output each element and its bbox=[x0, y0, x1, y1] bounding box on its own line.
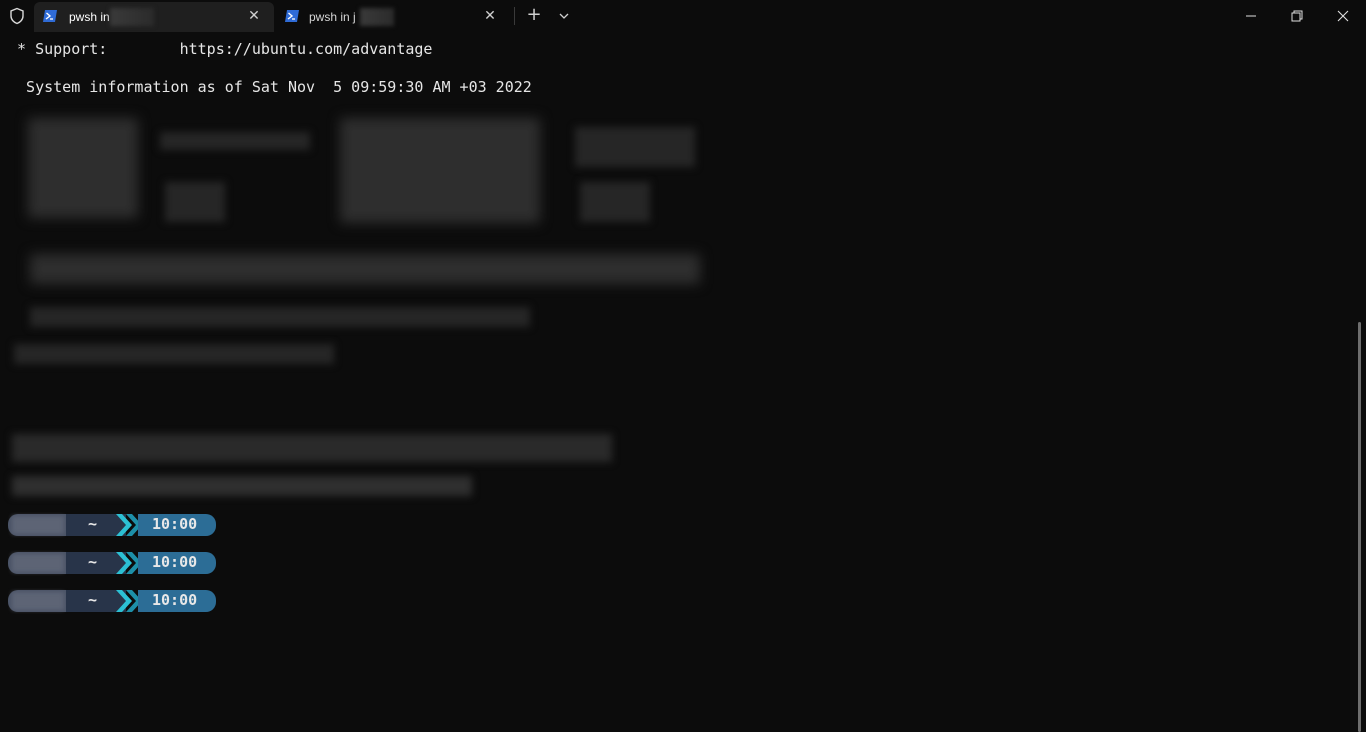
sysinfo-line: System information as of Sat Nov 5 09:59… bbox=[8, 78, 532, 96]
close-window-icon bbox=[1337, 10, 1349, 22]
tab-pwsh-1[interactable]: pwsh in ✕ bbox=[34, 2, 274, 32]
prompt-line: ~ 10:00 bbox=[8, 514, 218, 536]
prompt-user-segment bbox=[8, 552, 70, 574]
minimize-button[interactable] bbox=[1228, 0, 1274, 32]
redacted-output bbox=[14, 344, 334, 364]
redacted-output bbox=[160, 132, 310, 150]
redacted-text bbox=[110, 8, 154, 26]
tab-separator bbox=[514, 7, 515, 25]
plus-icon[interactable]: + bbox=[524, 6, 544, 26]
redacted-output bbox=[30, 307, 530, 327]
prompt-user-segment bbox=[8, 514, 70, 536]
prompt-line: ~ 10:00 bbox=[8, 590, 218, 612]
prompt-user-segment bbox=[8, 590, 70, 612]
redacted-output bbox=[12, 434, 612, 462]
restore-icon bbox=[1291, 10, 1303, 22]
shield-icon[interactable] bbox=[8, 7, 26, 25]
redacted-output bbox=[12, 476, 472, 496]
title-bar: pwsh in ✕ pwsh in j ✕ + bbox=[0, 0, 1366, 32]
prompt-dir: ~ bbox=[88, 515, 98, 533]
redacted-output bbox=[28, 118, 138, 218]
support-line: * Support: https://ubuntu.com/advantage bbox=[8, 40, 433, 58]
powershell-icon bbox=[285, 10, 299, 22]
prompt-time: 10:00 bbox=[152, 553, 198, 571]
close-icon[interactable]: ✕ bbox=[482, 8, 498, 24]
tab-pwsh-2[interactable]: pwsh in j ✕ bbox=[276, 2, 510, 32]
powershell-icon bbox=[43, 10, 57, 22]
restore-button[interactable] bbox=[1274, 0, 1320, 32]
minimize-icon bbox=[1246, 15, 1256, 17]
prompt-dir: ~ bbox=[88, 591, 98, 609]
redacted-text bbox=[360, 8, 394, 26]
terminal-pane[interactable]: * Support: https://ubuntu.com/advantage … bbox=[0, 32, 1366, 732]
close-icon[interactable]: ✕ bbox=[246, 8, 262, 24]
prompt-line: ~ 10:00 bbox=[8, 552, 218, 574]
tab-label: pwsh in bbox=[69, 10, 110, 24]
prompt-dir: ~ bbox=[88, 553, 98, 571]
chevron-down-icon[interactable] bbox=[554, 7, 574, 25]
tab-label: pwsh in j bbox=[309, 10, 356, 24]
redacted-output bbox=[340, 118, 540, 223]
close-window-button[interactable] bbox=[1320, 0, 1366, 32]
redacted-output bbox=[580, 182, 650, 222]
redacted-output bbox=[575, 127, 695, 167]
redacted-output bbox=[165, 182, 225, 222]
redacted-output bbox=[30, 254, 700, 284]
prompt-time: 10:00 bbox=[152, 515, 198, 533]
prompt-time: 10:00 bbox=[152, 591, 198, 609]
scrollbar[interactable] bbox=[1358, 322, 1361, 732]
